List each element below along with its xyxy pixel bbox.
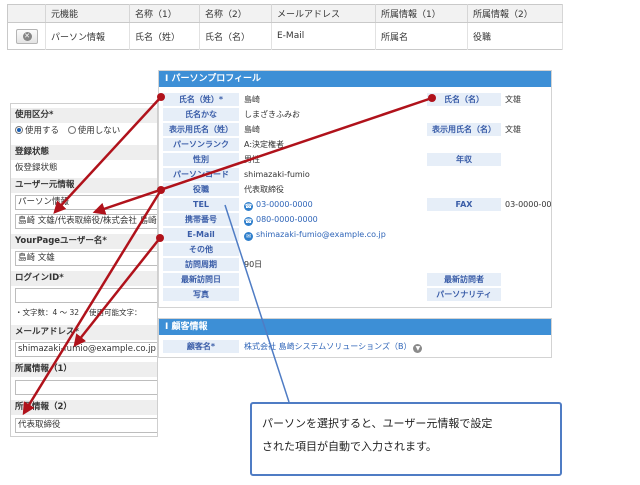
value-email[interactable]: ✉ shimazaki-fumio@example.co.jp <box>244 228 386 241</box>
label-gender: 性別 <box>163 153 239 166</box>
label-first-name: 氏名（名） <box>427 93 501 106</box>
header-source: 元機能 <box>45 4 130 23</box>
reg-status-label: 登録状態 <box>11 145 157 160</box>
label-display-last: 表示用氏名（姓） <box>163 123 239 136</box>
value-display-first: 文雄 <box>505 125 521 134</box>
header-aff1: 所属情報（1） <box>375 4 468 23</box>
label-rank: パーソンランク <box>163 138 239 151</box>
cell-name1: 氏名（姓） <box>129 22 200 50</box>
user-source-input[interactable]: 島崎 文雄/代表取締役/株式会社 島崎 <box>15 214 157 229</box>
customer-info-panel: Ⅰ 顧客情報 顧客名* 株式会社 島崎システムソリューションズ（B） ▼ <box>158 318 552 358</box>
value-last-name: 島崎 <box>244 95 260 104</box>
label-kana: 氏名かな <box>163 108 239 121</box>
usage-label: 使用区分* <box>11 108 157 123</box>
label-personality: パーソナリティ <box>427 288 501 301</box>
email-input[interactable]: shimazaki-fumio@example.co.jp <box>15 342 157 357</box>
radio-use[interactable] <box>15 126 23 134</box>
aff2-input[interactable]: 代表取締役 <box>15 418 157 433</box>
value-first-name: 文雄 <box>505 95 521 104</box>
mapping-table-header: 元機能 名称（1） 名称（2） メールアドレス 所属情報（1） 所属情報（2） <box>7 4 563 23</box>
header-name2: 名称（2） <box>199 4 272 23</box>
radio-not-use[interactable] <box>67 126 76 134</box>
user-source-select[interactable]: パーソン情報 <box>15 195 157 210</box>
aff1-label: 所属情報（1） <box>11 362 157 377</box>
label-visit-cycle: 訪問周期 <box>163 258 239 271</box>
login-id-hint: ・文字数：4 ～ 32 ・使用可能文字： <box>15 308 142 317</box>
usage-radio-group: 使用する 使用しない <box>15 124 120 138</box>
value-title: 代表取締役 <box>244 185 284 194</box>
label-last-name: 氏名（姓）* <box>163 93 239 106</box>
aff2-label: 所属情報（2） <box>11 400 157 415</box>
value-rank: A:決定権者 <box>244 140 285 149</box>
table-row: ✕ パーソン情報 氏名（姓） 氏名（名） E-Mail 所属名 役職 <box>7 22 563 50</box>
email-link[interactable]: shimazaki-fumio@example.co.jp <box>256 230 386 239</box>
tel-number[interactable]: 03-0000-0000 <box>256 200 313 209</box>
cell-aff2: 役職 <box>467 22 563 50</box>
cell-email: E-Mail <box>271 22 376 50</box>
radio-use-label: 使用する <box>25 126 60 136</box>
login-id-input[interactable] <box>15 288 157 303</box>
callout-line-2: された項目が自動で入力されます。 <box>262 440 437 453</box>
value-customer-name[interactable]: 株式会社 島崎システムソリューションズ（B） ▼ <box>244 340 423 353</box>
email-label: メールアドレス* <box>11 325 157 340</box>
callout-box: パーソンを選択すると、ユーザー元情報で設定 された項目が自動で入力されます。 <box>250 402 562 476</box>
header-name1: 名称（1） <box>129 4 200 23</box>
user-source-label: ユーザー元情報 <box>11 178 157 193</box>
mobile-icon: ☎ <box>244 217 253 226</box>
label-display-first: 表示用氏名（名） <box>427 123 501 136</box>
yourpage-label: YourPageユーザー名* <box>11 234 157 249</box>
customer-link[interactable]: 株式会社 島崎システムソリューションズ（B） <box>244 342 411 351</box>
label-last-visit: 最新訪問日 <box>163 273 239 286</box>
delete-cell: ✕ <box>7 22 46 50</box>
mapping-table: 元機能 名称（1） 名称（2） メールアドレス 所属情報（1） 所属情報（2） … <box>7 4 563 50</box>
cell-aff1: 所属名 <box>375 22 468 50</box>
value-kana: しまざきふみお <box>244 110 300 119</box>
profile-header: Ⅰ パーソンプロフィール <box>159 71 551 87</box>
radio-not-use-label: 使用しない <box>77 126 121 136</box>
value-visit-cycle: 90日 <box>244 260 263 269</box>
label-last-visitor: 最新訪問者 <box>427 273 501 286</box>
close-icon: ✕ <box>22 31 32 41</box>
value-display-last: 島崎 <box>244 125 260 134</box>
customer-header-title: 顧客情報 <box>171 322 208 332</box>
label-income: 年収 <box>427 153 501 166</box>
user-registration-form: 使用区分* 使用する 使用しない 登録状態 仮登録状態 ユーザー元情報 パーソン… <box>10 103 158 437</box>
phone-icon: ☎ <box>244 202 253 211</box>
label-person-code: パーソンコード <box>163 168 239 181</box>
customer-header: Ⅰ 顧客情報 <box>159 319 551 335</box>
mobile-number[interactable]: 080-0000-0000 <box>256 215 318 224</box>
cell-source: パーソン情報 <box>45 22 130 50</box>
value-mobile[interactable]: ☎ 080-0000-0000 <box>244 213 318 226</box>
label-photo: 写真 <box>163 288 239 301</box>
header-aff2: 所属情報（2） <box>467 4 563 23</box>
mail-icon: ✉ <box>244 232 253 241</box>
header-blank <box>7 4 46 23</box>
login-id-label: ログインID* <box>11 271 157 286</box>
label-email: E-Mail <box>163 228 239 241</box>
callout-line-1: パーソンを選択すると、ユーザー元情報で設定 <box>262 417 493 430</box>
label-tel: TEL <box>163 198 239 211</box>
aff1-input[interactable] <box>15 380 157 395</box>
header-email: メールアドレス <box>271 4 376 23</box>
label-mobile: 携帯番号 <box>163 213 239 226</box>
value-person-code: shimazaki-fumio <box>244 170 310 179</box>
profile-header-title: パーソンプロフィール <box>171 74 262 84</box>
value-tel[interactable]: ☎ 03-0000-0000 <box>244 198 313 211</box>
person-profile-panel: Ⅰ パーソンプロフィール 氏名（姓）* 島崎 氏名（名） 文雄 氏名かな しまざ… <box>158 70 552 308</box>
label-fax: FAX <box>427 198 501 211</box>
label-customer-name: 顧客名* <box>163 340 239 353</box>
value-fax: 03-0000-000 <box>505 200 552 209</box>
delete-row-button[interactable]: ✕ <box>15 28 38 44</box>
reg-status-value: 仮登録状態 <box>15 163 58 173</box>
label-other: その他 <box>163 243 239 256</box>
value-gender: 男性 <box>244 155 260 164</box>
label-title: 役職 <box>163 183 239 196</box>
chevron-down-icon[interactable]: ▼ <box>413 344 423 353</box>
yourpage-input[interactable]: 島崎 文雄 <box>15 251 157 266</box>
cell-name2: 氏名（名） <box>199 22 272 50</box>
